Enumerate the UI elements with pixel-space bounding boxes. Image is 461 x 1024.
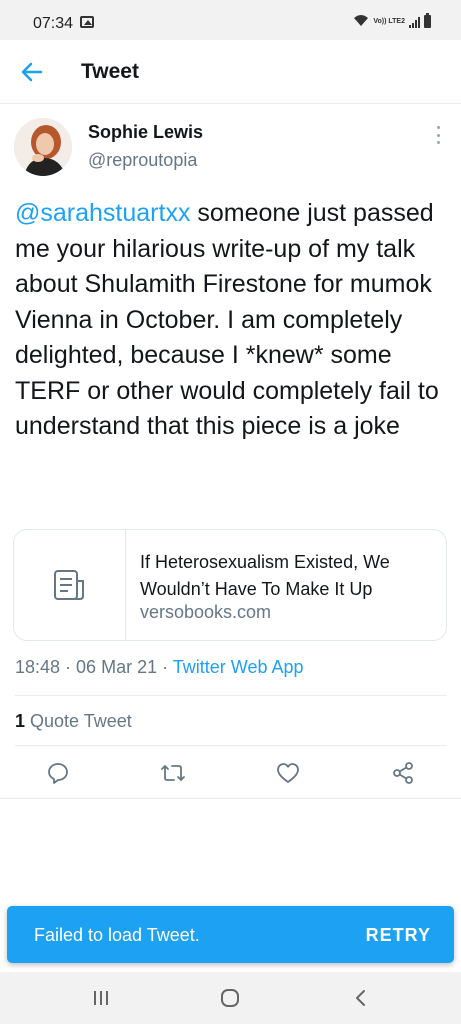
signal-icon (409, 16, 420, 28)
back-button[interactable] (16, 58, 48, 86)
error-snackbar: Failed to load Tweet. RETRY (7, 906, 454, 963)
divider (15, 695, 447, 696)
card-thumbnail (14, 530, 126, 640)
quote-tweets-link[interactable]: 1 Quote Tweet (15, 711, 132, 732)
app-bar: Tweet (0, 40, 461, 104)
back-icon (356, 990, 365, 1006)
article-icon (53, 570, 84, 600)
card-domain: versobooks.com (140, 602, 272, 622)
page-title: Tweet (81, 60, 139, 83)
divider (15, 745, 447, 746)
tweet-source-link[interactable]: Twitter Web App (173, 657, 304, 677)
reply-button[interactable] (43, 758, 73, 788)
recents-button[interactable] (90, 986, 112, 1010)
tweet-date: 06 Mar 21 (76, 657, 158, 677)
author-name[interactable]: Sophie Lewis (88, 122, 203, 143)
arrow-left-icon (21, 62, 43, 82)
status-bar: 07:34 Vo)) LTE2 (0, 0, 461, 40)
author-handle[interactable]: @reproutopia (88, 150, 197, 171)
card-title: If Heterosexualism Existed, We Wouldn’t … (140, 552, 390, 599)
share-button[interactable] (388, 758, 418, 788)
snackbar-message: Failed to load Tweet. (34, 925, 200, 945)
tweet-body: someone just passed me your hilarious wr… (15, 199, 439, 440)
wifi-icon (353, 14, 369, 29)
status-time: 07:34 (33, 15, 74, 32)
tweet-meta: 18:48 · 06 Mar 21 · Twitter Web App (15, 657, 304, 678)
home-button[interactable] (219, 986, 241, 1010)
share-icon (393, 762, 413, 784)
tweet-actions (0, 758, 461, 788)
status-indicators: Vo)) LTE2 (353, 13, 431, 29)
quote-count: 1 (15, 711, 26, 731)
reply-icon (48, 763, 68, 784)
back-nav-button[interactable] (350, 986, 370, 1010)
retweet-icon (161, 765, 185, 781)
tweet-time: 18:48 (15, 657, 61, 677)
like-button[interactable] (273, 758, 303, 788)
meta-separator: · (60, 657, 77, 677)
gallery-icon (80, 16, 94, 28)
battery-icon (424, 13, 431, 28)
recents-icon (94, 991, 108, 1005)
quote-label: Quote Tweet (25, 711, 132, 731)
avatar[interactable] (14, 118, 72, 176)
home-icon (221, 989, 239, 1007)
mention-link[interactable]: @sarahstuartxx (15, 199, 190, 227)
more-options-button[interactable] (430, 124, 446, 146)
retry-button[interactable]: RETRY (366, 925, 431, 946)
divider (0, 798, 461, 799)
link-card[interactable]: If Heterosexualism Existed, We Wouldn’t … (13, 529, 447, 641)
like-icon (277, 763, 299, 783)
tweet-text: @sarahstuartxx someone just passed me yo… (15, 196, 451, 445)
network-label: Vo)) LTE2 (373, 18, 405, 25)
meta-separator: · (157, 657, 173, 677)
system-nav-bar (0, 972, 461, 1024)
retweet-button[interactable] (158, 758, 188, 788)
